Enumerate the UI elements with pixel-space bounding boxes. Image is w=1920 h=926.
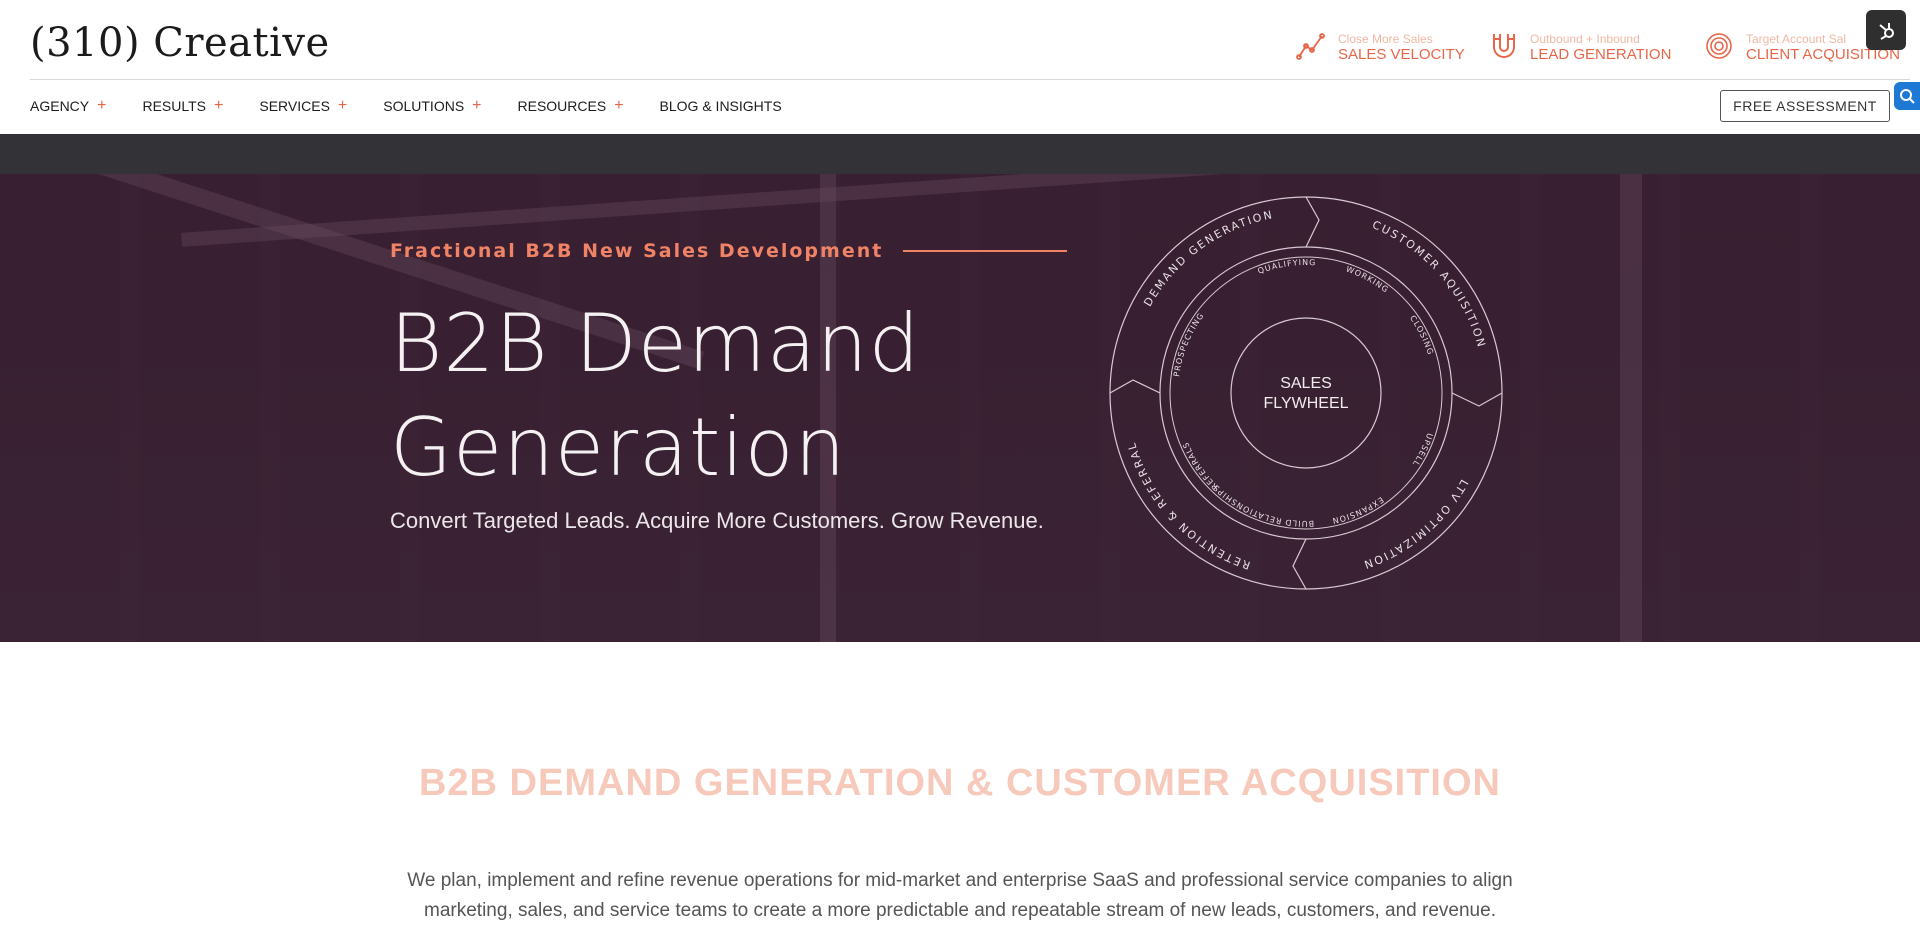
site-logo[interactable]: (310) Creative: [30, 20, 330, 66]
flywheel-inner-label: CLOSING: [1408, 314, 1435, 357]
flywheel-outer-label: LTV OPTIMIZATION: [1361, 477, 1471, 571]
nav-label: AGENCY: [30, 98, 90, 114]
plus-icon: +: [337, 97, 348, 114]
promo-sales-velocity[interactable]: Close More Sales SALES VELOCITY: [1296, 28, 1465, 68]
flywheel-arrow: [1292, 538, 1307, 590]
flywheel-arrow: [1305, 196, 1320, 248]
nav-item-results[interactable]: RESULTS +: [142, 97, 224, 115]
nav-item-agency[interactable]: AGENCY +: [30, 97, 107, 115]
nav-item-solutions[interactable]: SOLUTIONS +: [383, 97, 482, 115]
nav-label: BLOG & INSIGHTS: [659, 98, 782, 114]
magnet-icon: [1490, 31, 1518, 65]
hero-title: B2B Demand Generation: [390, 297, 921, 494]
promo-small-text: Close More Sales: [1338, 32, 1433, 46]
promo-big-text: LEAD GENERATION: [1530, 46, 1672, 63]
subnav-bar: [0, 134, 1920, 174]
flywheel-arrow: [1451, 392, 1503, 407]
trend-line-icon: [1296, 31, 1326, 65]
nav-item-resources[interactable]: RESOURCES +: [517, 97, 624, 115]
kicker-rule: [903, 250, 1068, 252]
nav-label: RESOURCES: [517, 98, 607, 114]
plus-icon: +: [472, 97, 482, 114]
flywheel-center-label: SALES: [1280, 375, 1332, 392]
section-body-copy: We plan, implement and refine revenue op…: [407, 870, 1513, 921]
flywheel-center-ring: [1230, 317, 1382, 469]
header-divider: [30, 79, 1910, 80]
flywheel-middle-ring: [1159, 246, 1453, 540]
nav-item-services[interactable]: SERVICES +: [259, 97, 348, 115]
promo-big-text: SALES VELOCITY: [1338, 46, 1465, 63]
flywheel-inner-label: RELATIONSHIPS: [1211, 482, 1283, 525]
section-title: B2B DEMAND GENERATION & CUSTOMER ACQUISI…: [418, 762, 1501, 804]
promo-lead-generation[interactable]: Outbound + Inbound LEAD GENERATION: [1490, 28, 1671, 68]
nav-label: SOLUTIONS: [383, 98, 465, 114]
flywheel-inner-label: PROSPECTING: [1172, 311, 1206, 377]
plus-icon: +: [214, 97, 224, 114]
hero-kicker-text: Fractional B2B New Sales Development: [390, 240, 884, 262]
flywheel-outer-ring: [1109, 196, 1503, 590]
hubspot-icon[interactable]: [1866, 10, 1906, 50]
flywheel-center-label: FLYWHEEL: [1263, 395, 1348, 412]
sales-flywheel-diagram: DEMAND GENERATION CUSTOMER AQUISITION LT…: [1109, 196, 1503, 590]
background-beam: [1620, 174, 1642, 642]
hero-section: Fractional B2B New Sales Development B2B…: [0, 174, 1920, 642]
target-icon: [1704, 31, 1734, 65]
nav-item-blog[interactable]: BLOG & INSIGHTS: [660, 98, 782, 114]
hero-subtitle: Convert Targeted Leads. Acquire More Cus…: [390, 508, 1044, 533]
flywheel-inner-label: BUILD: [1284, 517, 1314, 528]
flywheel-inner-label: QUALIFYING: [1257, 258, 1317, 276]
free-assessment-button[interactable]: FREE ASSESSMENT: [1720, 90, 1890, 122]
plus-icon: +: [97, 97, 107, 114]
accessibility-search-icon[interactable]: [1894, 82, 1920, 110]
promo-small-text: Outbound + Inbound: [1530, 32, 1640, 46]
hero-kicker: Fractional B2B New Sales Development: [390, 240, 1068, 262]
flywheel-inner-label: REFERRALS: [1181, 440, 1220, 491]
site-header: (310) Creative Close More Sales SALES VE…: [0, 0, 1920, 80]
main-nav: AGENCY + RESULTS + SERVICES + SOLUTIONS …: [30, 92, 782, 120]
nav-label: RESULTS: [142, 98, 207, 114]
nav-label: SERVICES: [259, 98, 330, 114]
plus-icon: +: [614, 97, 624, 114]
flywheel-arrow: [1109, 379, 1161, 394]
